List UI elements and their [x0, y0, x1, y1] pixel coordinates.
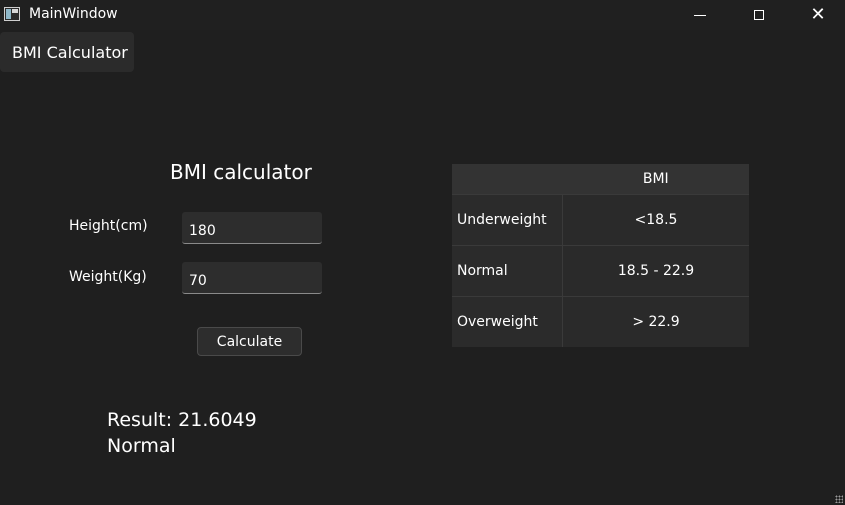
row-header: Normal [452, 245, 563, 297]
result-panel: Result: 21.6049 Normal [107, 407, 257, 459]
height-input[interactable] [182, 212, 322, 244]
minimize-icon [694, 14, 706, 16]
row-header: Overweight [452, 296, 563, 347]
column-header-bmi: BMI [562, 164, 749, 195]
close-icon: ✕ [810, 4, 826, 25]
calculate-button[interactable]: Calculate [197, 327, 302, 356]
table-corner-header [452, 164, 563, 195]
table-cell[interactable]: 18.5 - 22.9 [562, 245, 749, 297]
table-cell[interactable]: > 22.9 [562, 296, 749, 347]
close-button[interactable]: ✕ [795, 0, 841, 30]
window-title: MainWindow [29, 6, 118, 22]
title-bar: MainWindow ✕ [0, 0, 845, 30]
resize-grip[interactable] [835, 495, 843, 503]
menu-item-bmi-calculator[interactable]: BMI Calculator [0, 32, 134, 72]
weight-input[interactable] [182, 262, 322, 294]
menu-item-label: BMI Calculator [12, 42, 128, 62]
table-row[interactable]: Overweight > 22.9 [452, 296, 749, 347]
result-value: Result: 21.6049 [107, 409, 257, 431]
table-cell[interactable]: <18.5 [562, 194, 749, 246]
weight-label: Weight(Kg) [69, 269, 147, 285]
maximize-icon [754, 10, 764, 20]
height-label: Height(cm) [69, 218, 148, 234]
table-row[interactable]: Underweight <18.5 [452, 194, 749, 246]
row-header: Underweight [452, 194, 563, 246]
maximize-button[interactable] [736, 0, 782, 30]
result-category: Normal [107, 435, 176, 457]
minimize-button[interactable] [677, 0, 723, 30]
table-row[interactable]: Normal 18.5 - 22.9 [452, 245, 749, 297]
form-title: BMI calculator [170, 160, 312, 184]
table-header-row: BMI [452, 164, 749, 195]
app-window-icon [4, 7, 20, 21]
bmi-table: BMI Underweight <18.5 Normal 18.5 - 22.9… [452, 164, 749, 347]
